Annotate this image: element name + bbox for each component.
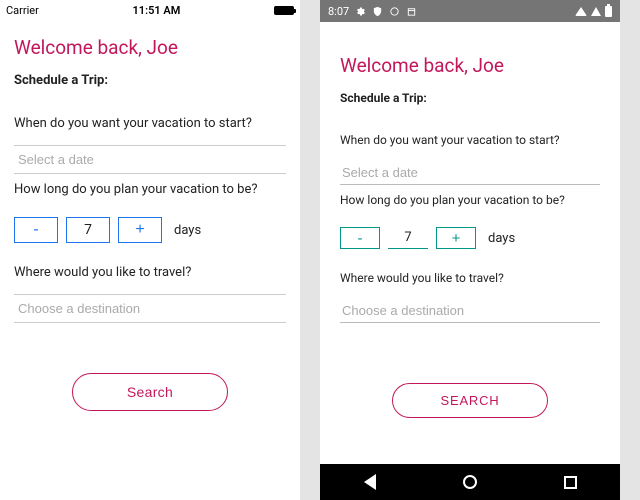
gear-icon [355,6,366,17]
ios-content: Welcome back, Joe Schedule a Trip: When … [0,20,300,500]
destination-input[interactable] [340,299,600,323]
stepper-minus-button[interactable]: - [14,217,58,243]
ios-clock: 11:51 AM [39,4,274,17]
duration-stepper: - 7 + days [14,217,286,243]
question-duration: How long do you plan your vacation to be… [340,193,600,207]
android-content: Welcome back, Joe Schedule a Trip: When … [320,22,620,464]
stepper-value[interactable]: 7 [388,227,428,249]
stepper-minus-button[interactable]: - [340,227,380,249]
welcome-heading: Welcome back, Joe [340,54,600,77]
signal-icon [591,7,601,16]
schedule-subheading: Schedule a Trip: [340,91,600,105]
question-duration: How long do you plan your vacation to be… [14,182,286,197]
battery-icon [605,6,612,17]
stepper-plus-button[interactable]: + [436,227,476,249]
ios-carrier-label: Carrier [6,4,39,17]
nav-recent-icon[interactable] [564,476,577,489]
nav-back-icon[interactable] [364,474,376,490]
ios-device: Carrier 11:51 AM Welcome back, Joe Sched… [0,0,300,500]
wifi-icon [575,7,587,16]
shield-icon [372,6,383,17]
schedule-subheading: Schedule a Trip: [14,73,286,88]
android-nav-bar [320,464,620,500]
box-icon [406,6,417,17]
destination-input[interactable] [14,294,286,323]
question-destination: Where would you like to travel? [340,271,600,285]
question-start-date: When do you want your vacation to start? [340,133,600,147]
search-button[interactable]: SEARCH [392,383,549,418]
duration-stepper: - 7 + days [340,227,600,249]
stepper-plus-button[interactable]: + [118,217,162,243]
circle-icon [389,6,400,17]
stepper-value[interactable]: 7 [66,217,110,243]
date-input[interactable] [14,145,286,174]
android-status-bar: 8:07 [320,0,620,22]
question-destination: Where would you like to travel? [14,265,286,280]
search-button[interactable]: Search [72,373,228,411]
welcome-heading: Welcome back, Joe [14,36,286,59]
question-start-date: When do you want your vacation to start? [14,116,286,131]
ios-status-bar: Carrier 11:51 AM [0,0,300,20]
android-clock: 8:07 [328,5,349,18]
days-label: days [488,231,515,246]
android-device: 8:07 Welcome back, Joe Schedule a Trip: … [320,0,620,500]
nav-home-icon[interactable] [463,475,477,489]
battery-icon [274,6,294,15]
days-label: days [174,223,201,238]
date-input[interactable] [340,161,600,185]
